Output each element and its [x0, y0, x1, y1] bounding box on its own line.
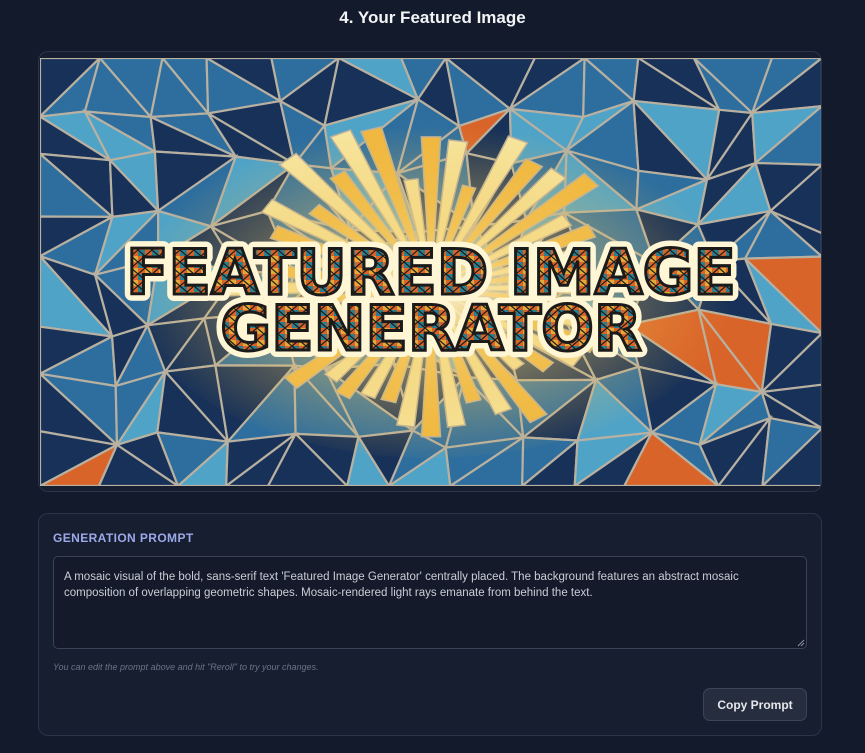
prompt-hint: You can edit the prompt above and hit "R…	[53, 662, 319, 672]
prompt-textarea[interactable]: A mosaic visual of the bold, sans-serif …	[53, 556, 807, 649]
copy-prompt-button[interactable]: Copy Prompt	[703, 688, 807, 721]
generation-prompt-card: GENERATION PROMPT A mosaic visual of the…	[38, 513, 822, 736]
section-title: 4. Your Featured Image	[339, 8, 526, 27]
featured-image-card: FEATURED IMAGE FEATURED IMAGE GENERATOR …	[38, 51, 822, 492]
prompt-label: GENERATION PROMPT	[53, 531, 194, 545]
resize-grip-icon[interactable]	[797, 639, 805, 647]
headline-line2: GENERATOR	[220, 292, 641, 365]
featured-image: FEATURED IMAGE FEATURED IMAGE GENERATOR …	[40, 58, 821, 486]
